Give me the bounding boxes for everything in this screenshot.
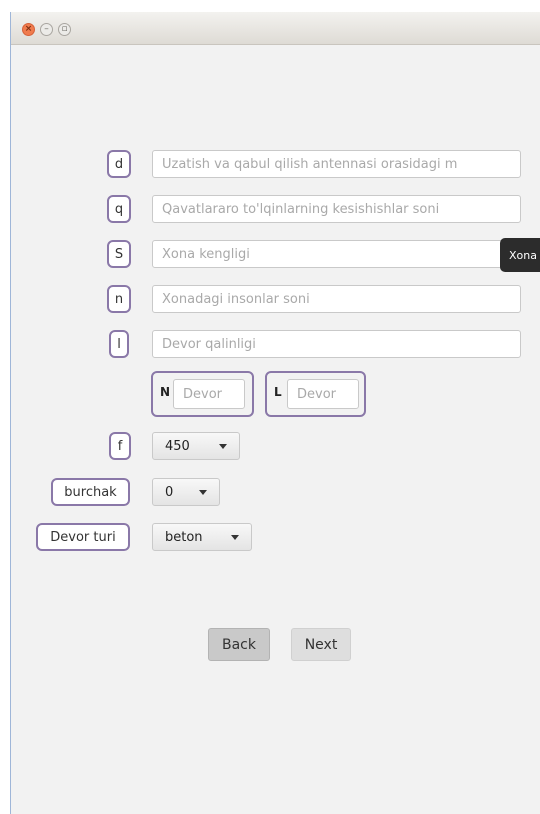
maximize-icon: ▫ <box>61 24 68 34</box>
label-n: n <box>107 285 131 313</box>
tooltip-text: Xona kengligi <box>509 248 540 262</box>
app-window: × – ▫ d q S n l N L f 450 burchak 0 Devo… <box>10 12 540 814</box>
next-button[interactable]: Next <box>291 628 351 661</box>
chevron-down-icon <box>219 444 227 449</box>
angle-select[interactable]: 0 <box>152 478 220 506</box>
label-burchak: burchak <box>51 478 130 506</box>
room-width-input[interactable] <box>152 240 521 268</box>
label-q: q <box>107 195 131 223</box>
frequency-select[interactable]: 450 <box>152 432 240 460</box>
wall-group-l: L <box>265 371 366 417</box>
intersections-input[interactable] <box>152 195 521 223</box>
label-d: d <box>107 150 131 178</box>
label-l: l <box>109 330 129 358</box>
minimize-window-button[interactable]: – <box>40 23 53 36</box>
distance-input[interactable] <box>152 150 521 178</box>
people-count-input[interactable] <box>152 285 521 313</box>
tooltip: Xona kengligi <box>500 238 540 272</box>
chevron-down-icon <box>199 490 207 495</box>
close-icon: × <box>24 24 33 34</box>
title-bar: × – ▫ <box>11 12 540 45</box>
wall-group-n: N <box>151 371 254 417</box>
wall-l-input[interactable] <box>287 379 359 409</box>
wall-thickness-input[interactable] <box>152 330 521 358</box>
angle-select-value: 0 <box>165 484 174 500</box>
label-s: S <box>107 240 131 268</box>
close-window-button[interactable]: × <box>22 23 35 36</box>
wall-group-n-label: N <box>160 385 171 399</box>
wall-group-l-label: L <box>274 385 282 399</box>
wall-type-select-value: beton <box>165 529 203 545</box>
chevron-down-icon <box>231 535 239 540</box>
wall-n-input[interactable] <box>173 379 245 409</box>
minimize-icon: – <box>44 24 49 34</box>
back-button[interactable]: Back <box>208 628 270 661</box>
frequency-select-value: 450 <box>165 438 190 454</box>
label-wall-type: Devor turi <box>36 523 130 551</box>
maximize-window-button[interactable]: ▫ <box>58 23 71 36</box>
wall-type-select[interactable]: beton <box>152 523 252 551</box>
label-f: f <box>109 432 131 460</box>
